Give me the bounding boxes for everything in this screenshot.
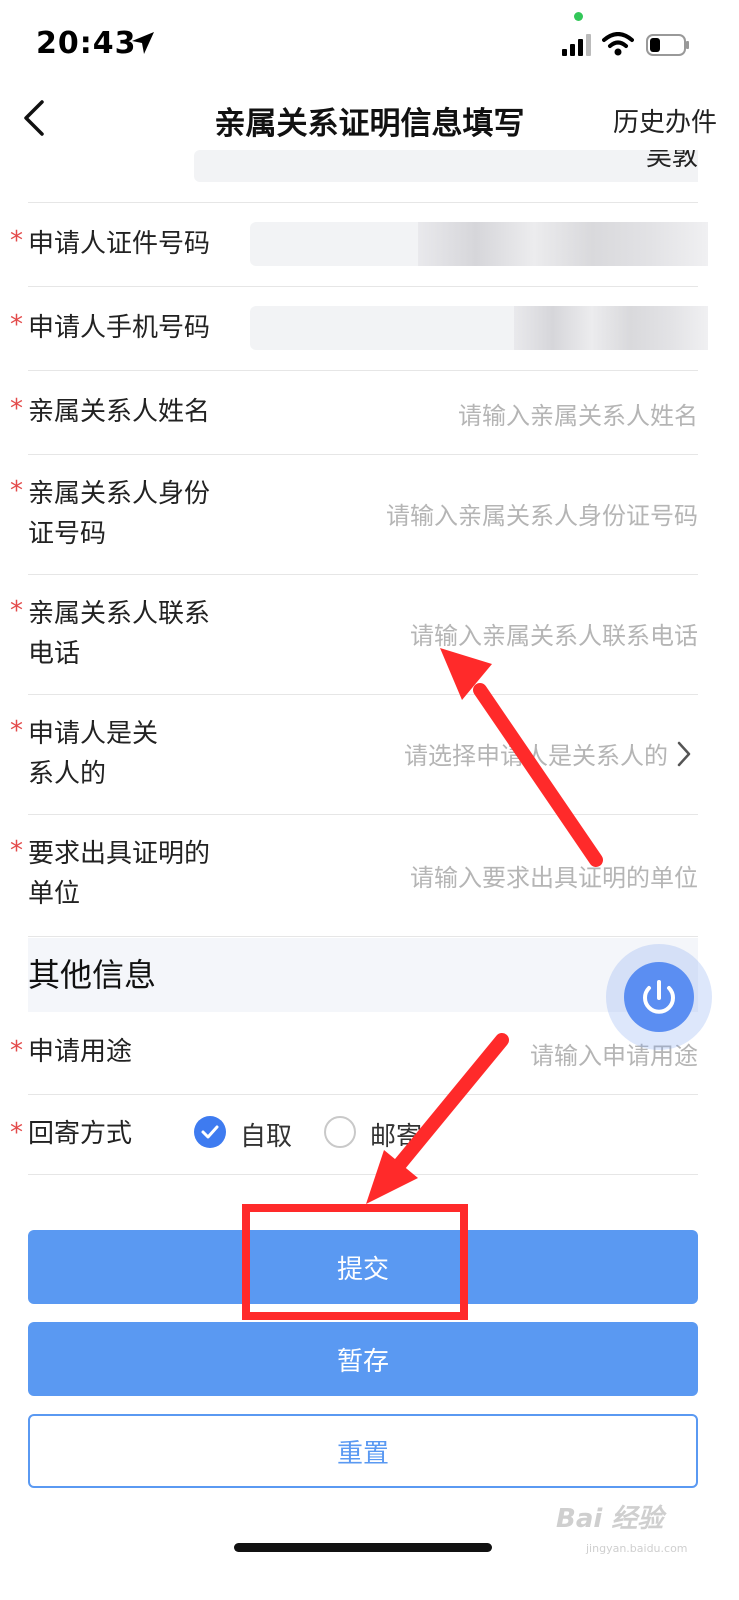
annotation-overlay <box>242 648 603 1320</box>
annotation-highlight-box <box>242 1204 468 1320</box>
annotation-arrow-upper <box>440 648 603 867</box>
annotation-arrow-lower <box>366 1033 509 1204</box>
watermark-logo: Bai 经验 <box>556 1504 664 1534</box>
home-indicator[interactable] <box>234 1543 492 1552</box>
watermark-url: jingyan.baidu.com <box>586 1542 688 1555</box>
